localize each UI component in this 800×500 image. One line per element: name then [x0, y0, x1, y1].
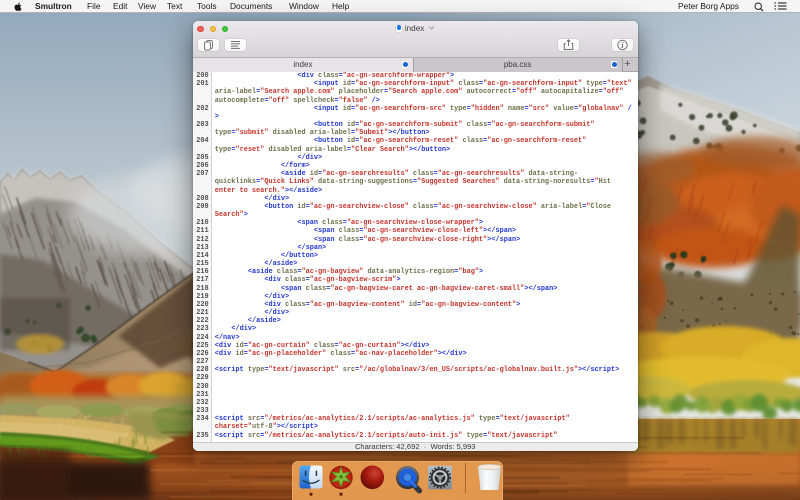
svg-text:i: i	[621, 40, 624, 49]
